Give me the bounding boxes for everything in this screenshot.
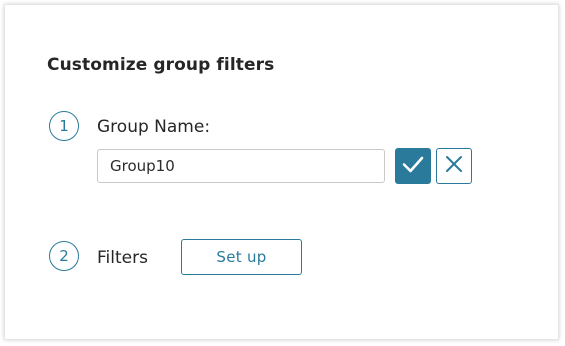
set-up-button[interactable]: Set up (181, 239, 302, 275)
group-name-input[interactable] (97, 149, 385, 183)
customize-group-filters-panel: Customize group filters 1 Group Name: 2 … (4, 4, 559, 340)
check-icon (401, 152, 425, 180)
step-2-indicator: 2 (49, 241, 79, 271)
filters-label: Filters (97, 248, 148, 268)
panel-title: Customize group filters (47, 55, 275, 75)
step-1-indicator: 1 (49, 111, 79, 141)
cancel-button[interactable] (436, 148, 472, 184)
confirm-button[interactable] (395, 148, 431, 184)
group-name-label: Group Name: (97, 117, 211, 137)
close-icon (443, 153, 465, 179)
